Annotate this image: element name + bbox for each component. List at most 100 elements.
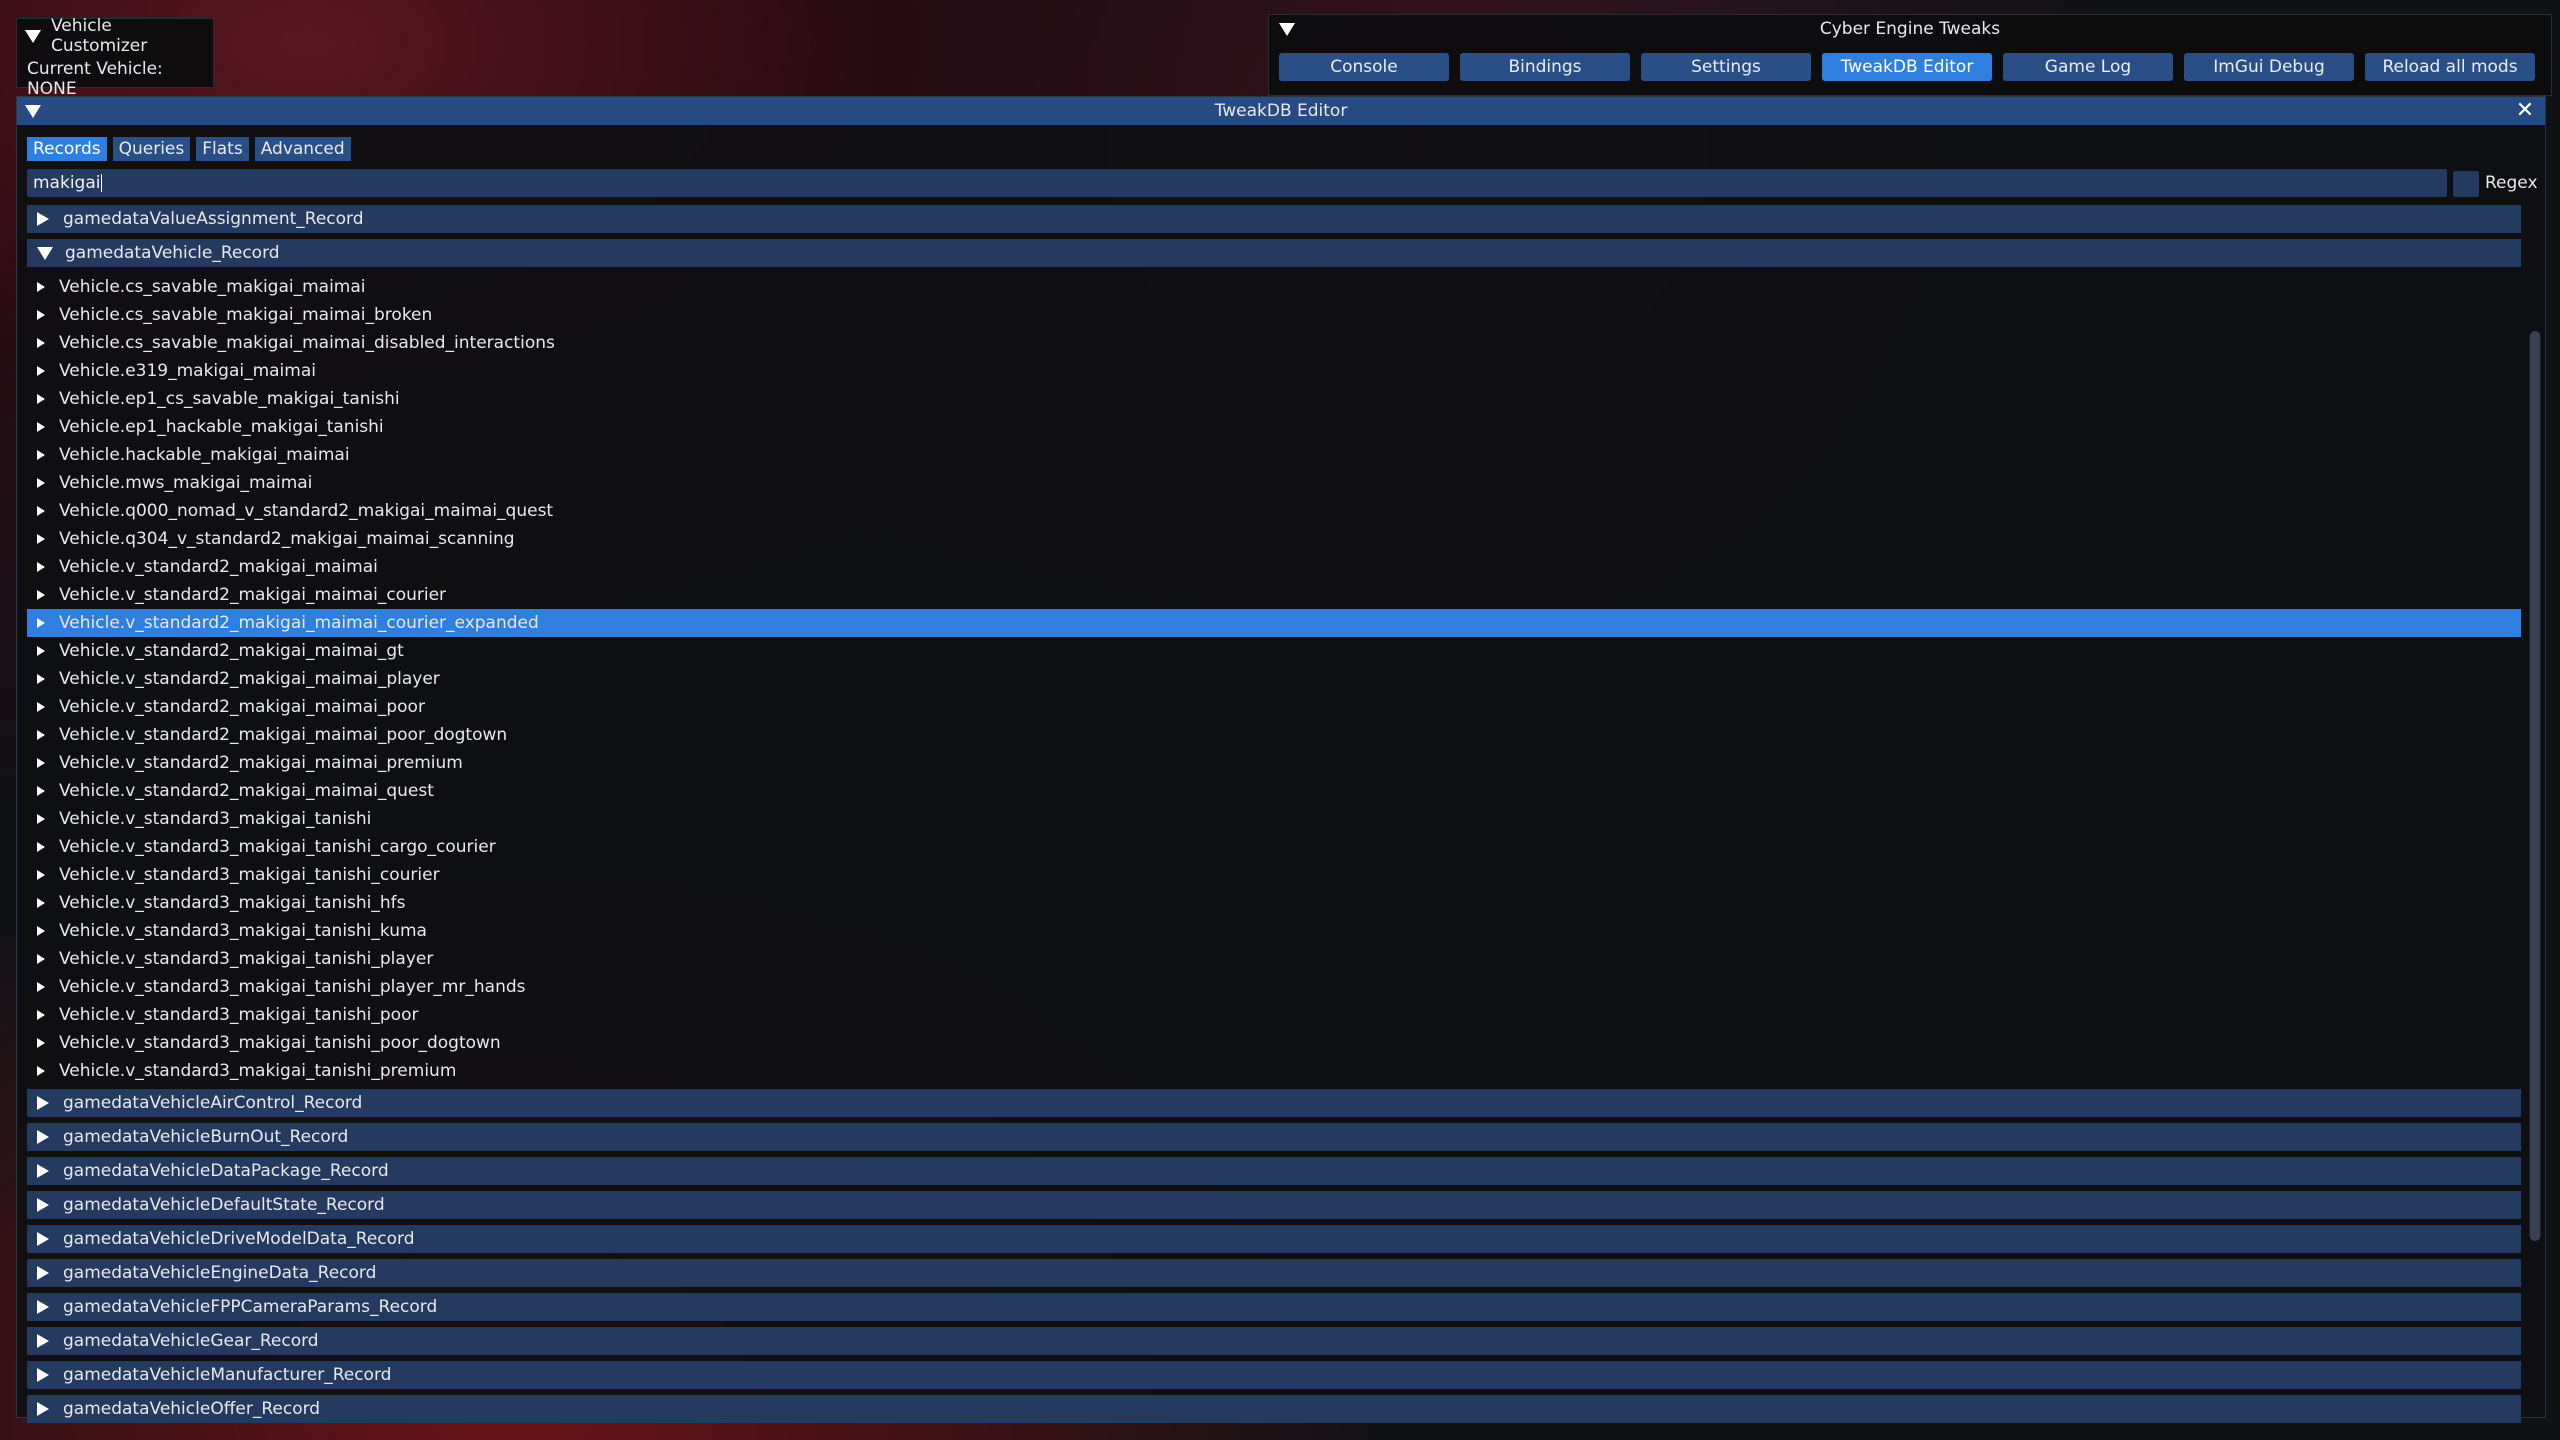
- bindings-button[interactable]: Bindings: [1460, 53, 1630, 81]
- record-item[interactable]: Vehicle.cs_savable_makigai_maimai: [27, 273, 2521, 301]
- record-item[interactable]: Vehicle.v_standard3_makigai_tanishi_poor…: [27, 1029, 2521, 1057]
- console-button[interactable]: Console: [1279, 53, 1449, 81]
- search-input[interactable]: makigai: [27, 169, 2447, 197]
- record-item[interactable]: Vehicle.v_standard3_makigai_tanishi_hfs: [27, 889, 2521, 917]
- collapsed-arrow-icon[interactable]: [37, 534, 45, 544]
- record-item[interactable]: Vehicle.v_standard2_makigai_maimai_poor: [27, 693, 2521, 721]
- record-group[interactable]: gamedataVehicleDefaultState_Record: [27, 1191, 2521, 1219]
- collapsed-arrow-icon[interactable]: [37, 450, 45, 460]
- collapsed-arrow-icon[interactable]: [37, 1130, 49, 1144]
- collapsed-arrow-icon[interactable]: [37, 394, 45, 404]
- collapsed-arrow-icon[interactable]: [37, 282, 45, 292]
- collapsed-arrow-icon[interactable]: [37, 1198, 49, 1212]
- imgui-debug-button[interactable]: ImGui Debug: [2184, 53, 2354, 81]
- collapsed-arrow-icon[interactable]: [37, 212, 49, 226]
- collapsed-arrow-icon[interactable]: [37, 590, 45, 600]
- collapsed-arrow-icon[interactable]: [37, 954, 45, 964]
- scrollbar[interactable]: [2529, 331, 2541, 1241]
- collapsed-arrow-icon[interactable]: [37, 786, 45, 796]
- collapsed-arrow-icon[interactable]: [37, 898, 45, 908]
- collapsed-arrow-icon[interactable]: [37, 702, 45, 712]
- record-item[interactable]: Vehicle.q304_v_standard2_makigai_maimai_…: [27, 525, 2521, 553]
- collapsed-arrow-icon[interactable]: [37, 1038, 45, 1048]
- record-item[interactable]: Vehicle.v_standard3_makigai_tanishi_play…: [27, 945, 2521, 973]
- collapsed-arrow-icon[interactable]: [37, 842, 45, 852]
- collapsed-arrow-icon[interactable]: [37, 926, 45, 936]
- collapsed-arrow-icon[interactable]: [37, 1096, 49, 1110]
- record-group[interactable]: gamedataVehicleBurnOut_Record: [27, 1123, 2521, 1151]
- record-item[interactable]: Vehicle.e319_makigai_maimai: [27, 357, 2521, 385]
- tab-records[interactable]: Records: [27, 137, 107, 161]
- record-item[interactable]: Vehicle.ep1_cs_savable_makigai_tanishi: [27, 385, 2521, 413]
- record-item[interactable]: Vehicle.v_standard2_makigai_maimai_couri…: [27, 581, 2521, 609]
- collapsed-arrow-icon[interactable]: [37, 478, 45, 488]
- record-group[interactable]: gamedataVehicle_Record: [27, 239, 2521, 267]
- record-item[interactable]: Vehicle.v_standard3_makigai_tanishi: [27, 805, 2521, 833]
- collapsed-arrow-icon[interactable]: [37, 1334, 49, 1348]
- tab-queries[interactable]: Queries: [112, 137, 191, 161]
- record-item[interactable]: Vehicle.v_standard2_makigai_maimai: [27, 553, 2521, 581]
- tab-advanced[interactable]: Advanced: [254, 137, 351, 161]
- collapsed-arrow-icon[interactable]: [37, 1368, 49, 1382]
- expanded-arrow-icon[interactable]: [37, 246, 53, 260]
- collapsed-arrow-icon[interactable]: [37, 1010, 45, 1020]
- close-icon[interactable]: ✕: [2513, 99, 2537, 123]
- record-item[interactable]: Vehicle.v_standard3_makigai_tanishi_play…: [27, 973, 2521, 1001]
- record-group[interactable]: gamedataVehicleManufacturer_Record: [27, 1361, 2521, 1389]
- record-item[interactable]: Vehicle.v_standard2_makigai_maimai_couri…: [27, 609, 2521, 637]
- reload-all-mods-button[interactable]: Reload all mods: [2365, 53, 2535, 81]
- collapsed-arrow-icon[interactable]: [37, 982, 45, 992]
- record-item[interactable]: Vehicle.cs_savable_makigai_maimai_broken: [27, 301, 2521, 329]
- record-group[interactable]: gamedataVehicleDriveModelData_Record: [27, 1225, 2521, 1253]
- settings-button[interactable]: Settings: [1641, 53, 1811, 81]
- collapsed-arrow-icon[interactable]: [37, 814, 45, 824]
- collapsed-arrow-icon[interactable]: [37, 870, 45, 880]
- record-group[interactable]: gamedataVehicleAirControl_Record: [27, 1089, 2521, 1117]
- collapsed-arrow-icon[interactable]: [37, 1402, 49, 1416]
- record-item[interactable]: Vehicle.hackable_makigai_maimai: [27, 441, 2521, 469]
- collapsed-arrow-icon[interactable]: [37, 310, 45, 320]
- tweakdb-editor-button[interactable]: TweakDB Editor: [1822, 53, 1992, 81]
- collapsed-arrow-icon[interactable]: [37, 1300, 49, 1314]
- record-item[interactable]: Vehicle.v_standard2_makigai_maimai_poor_…: [27, 721, 2521, 749]
- regex-checkbox[interactable]: [2453, 171, 2479, 197]
- collapsed-arrow-icon[interactable]: [37, 338, 45, 348]
- collapsed-arrow-icon[interactable]: [37, 1164, 49, 1178]
- collapsed-arrow-icon[interactable]: [37, 674, 45, 684]
- collapsed-arrow-icon[interactable]: [37, 562, 45, 572]
- record-item[interactable]: Vehicle.v_standard2_makigai_maimai_playe…: [27, 665, 2521, 693]
- record-item[interactable]: Vehicle.v_standard2_makigai_maimai_gt: [27, 637, 2521, 665]
- vehicle-customizer-header[interactable]: Vehicle Customizer: [25, 16, 213, 56]
- collapsed-arrow-icon[interactable]: [37, 1266, 49, 1280]
- record-item[interactable]: Vehicle.v_standard3_makigai_tanishi_poor: [27, 1001, 2521, 1029]
- game-log-button[interactable]: Game Log: [2003, 53, 2173, 81]
- record-item[interactable]: Vehicle.cs_savable_makigai_maimai_disabl…: [27, 329, 2521, 357]
- collapsed-arrow-icon[interactable]: [37, 730, 45, 740]
- record-item[interactable]: Vehicle.q000_nomad_v_standard2_makigai_m…: [27, 497, 2521, 525]
- collapsed-arrow-icon[interactable]: [37, 618, 45, 628]
- collapsed-arrow-icon[interactable]: [37, 366, 45, 376]
- collapsed-arrow-icon[interactable]: [37, 1066, 45, 1076]
- record-group[interactable]: gamedataVehicleGear_Record: [27, 1327, 2521, 1355]
- record-group[interactable]: gamedataVehicleEngineData_Record: [27, 1259, 2521, 1287]
- record-item[interactable]: Vehicle.v_standard3_makigai_tanishi_carg…: [27, 833, 2521, 861]
- scrollbar-thumb[interactable]: [2530, 331, 2540, 1241]
- record-item[interactable]: Vehicle.v_standard3_makigai_tanishi_cour…: [27, 861, 2521, 889]
- record-group[interactable]: gamedataValueAssignment_Record: [27, 205, 2521, 233]
- record-item[interactable]: Vehicle.mws_makigai_maimai: [27, 469, 2521, 497]
- collapse-triangle-icon[interactable]: [25, 29, 41, 43]
- collapsed-arrow-icon[interactable]: [37, 646, 45, 656]
- collapsed-arrow-icon[interactable]: [37, 1232, 49, 1246]
- record-item[interactable]: Vehicle.v_standard3_makigai_tanishi_kuma: [27, 917, 2521, 945]
- collapsed-arrow-icon[interactable]: [37, 422, 45, 432]
- tweakdb-titlebar[interactable]: TweakDB Editor ✕: [17, 97, 2545, 125]
- record-group[interactable]: gamedataVehicleOffer_Record: [27, 1395, 2521, 1423]
- record-item[interactable]: Vehicle.v_standard3_makigai_tanishi_prem…: [27, 1057, 2521, 1085]
- record-item[interactable]: Vehicle.ep1_hackable_makigai_tanishi: [27, 413, 2521, 441]
- record-item[interactable]: Vehicle.v_standard2_makigai_maimai_premi…: [27, 749, 2521, 777]
- record-group[interactable]: gamedataVehicleDataPackage_Record: [27, 1157, 2521, 1185]
- record-group[interactable]: gamedataVehicleFPPCameraParams_Record: [27, 1293, 2521, 1321]
- tab-flats[interactable]: Flats: [196, 137, 249, 161]
- collapsed-arrow-icon[interactable]: [37, 758, 45, 768]
- record-item[interactable]: Vehicle.v_standard2_makigai_maimai_quest: [27, 777, 2521, 805]
